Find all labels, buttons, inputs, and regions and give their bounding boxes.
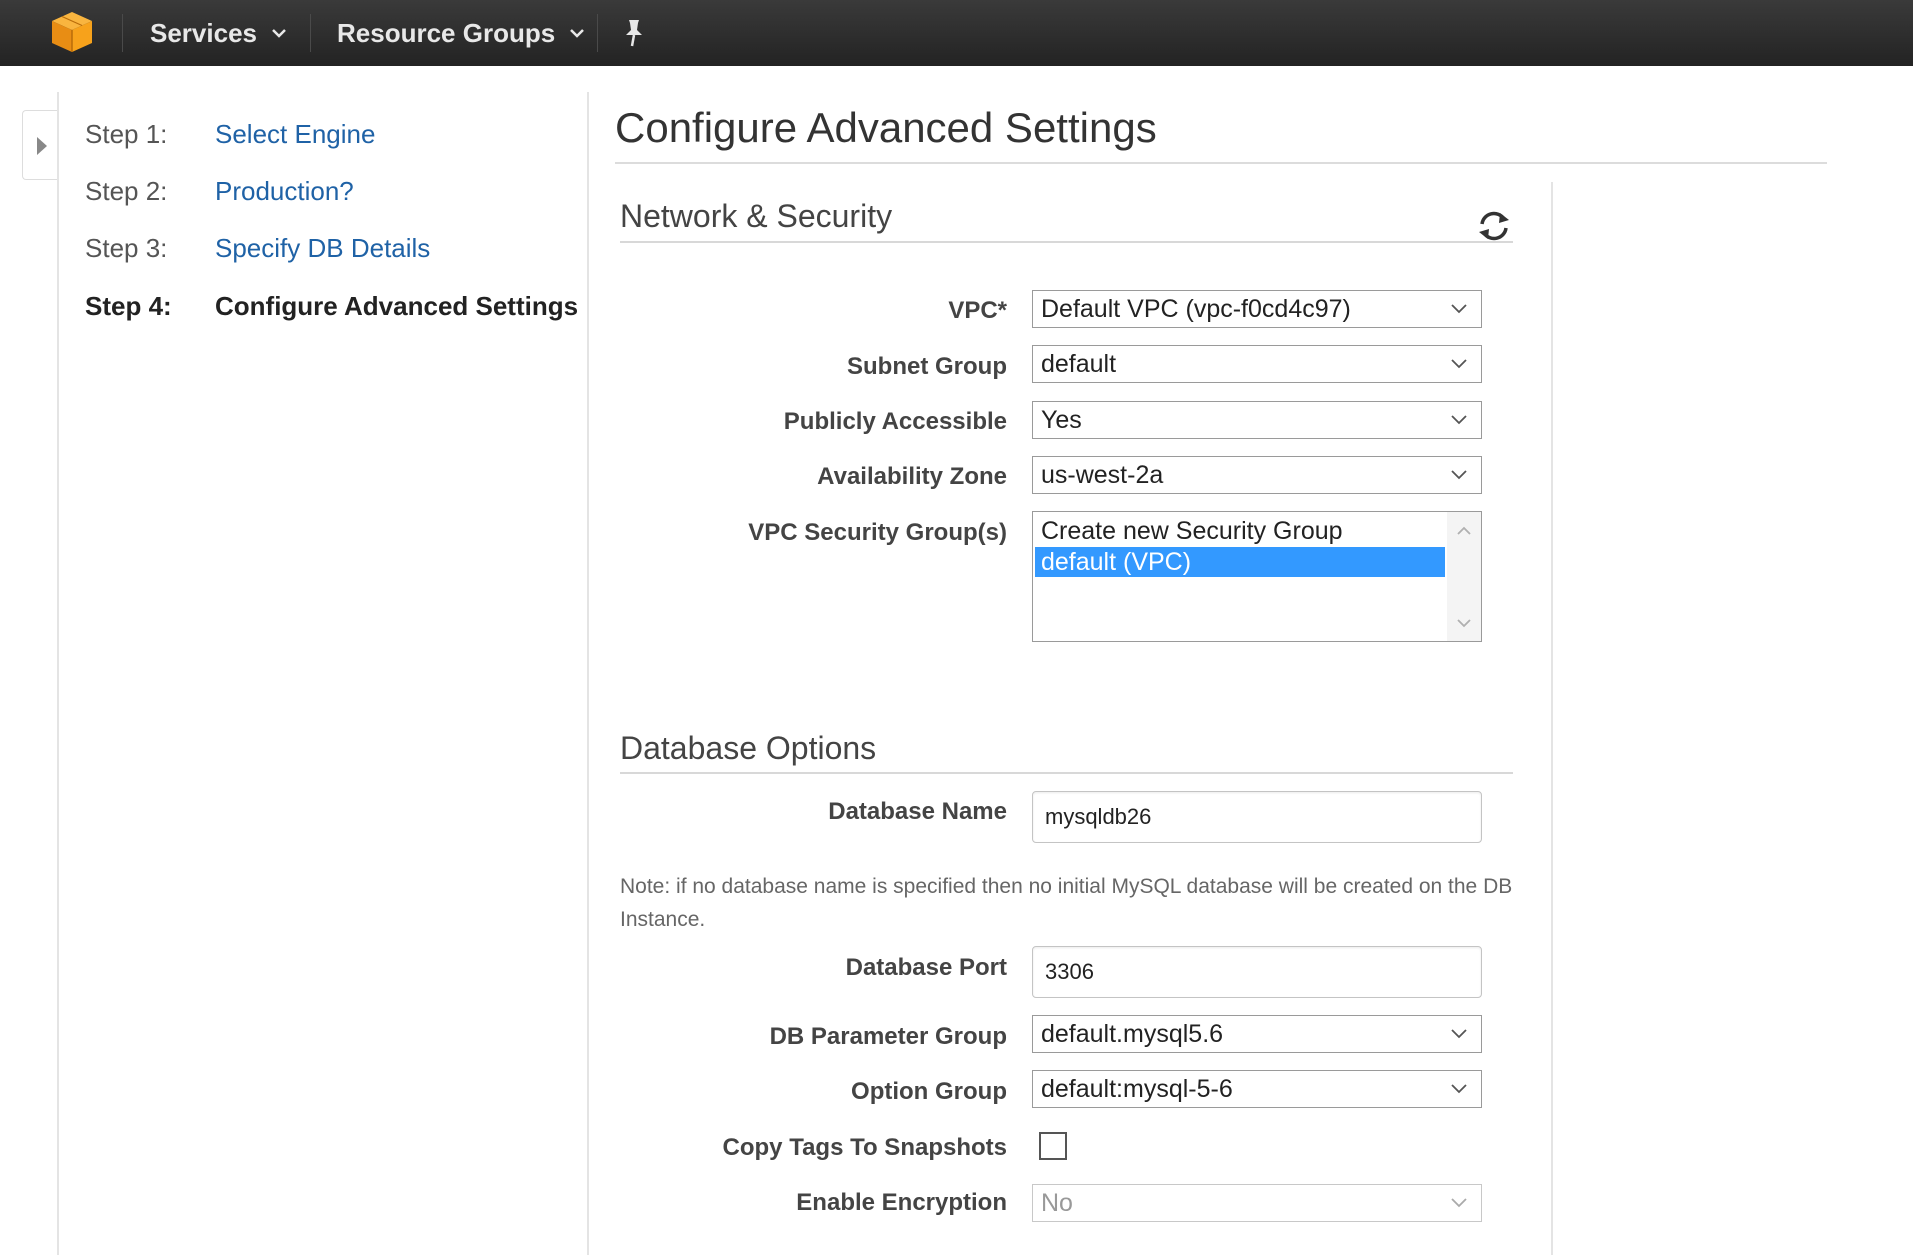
chevron-down-icon <box>1451 1198 1467 1208</box>
nav-separator <box>310 14 311 52</box>
section-divider <box>620 772 1513 774</box>
aws-cube-icon[interactable] <box>48 10 96 54</box>
step-number: Step 1: <box>85 118 168 149</box>
publicly-accessible-label: Publicly Accessible <box>783 408 1007 435</box>
step-link-production[interactable]: Production? <box>215 176 354 207</box>
step-number: Step 4: <box>85 290 172 321</box>
database-name-input[interactable] <box>1032 791 1482 843</box>
step-number: Step 3: <box>85 232 168 263</box>
subnet-group-label: Subnet Group <box>847 353 1007 380</box>
step-2: Step 2: Production? <box>85 173 354 209</box>
network-security-heading: Network & Security <box>620 198 893 234</box>
chevron-down-icon <box>1451 1084 1467 1094</box>
db-parameter-group-select[interactable]: default.mysql5.6 <box>1032 1015 1482 1053</box>
sidebar-divider <box>57 92 59 1255</box>
database-name-label: Database Name <box>828 798 1007 825</box>
resource-groups-menu[interactable]: Resource Groups <box>337 0 585 66</box>
vpc-select-value: Default VPC (vpc-f0cd4c97) <box>1041 294 1351 323</box>
services-menu-label: Services <box>150 17 257 48</box>
enable-encryption-value: No <box>1041 1188 1073 1217</box>
title-divider <box>615 162 1827 164</box>
step-1: Step 1: Select Engine <box>85 116 375 152</box>
enable-encryption-label: Enable Encryption <box>796 1189 1007 1216</box>
pin-icon[interactable] <box>620 18 648 48</box>
subnet-group-select[interactable]: default <box>1032 345 1482 383</box>
nav-separator <box>122 14 123 52</box>
subnet-group-value: default <box>1041 349 1117 378</box>
step-number: Step 2: <box>85 175 168 206</box>
page-title: Configure Advanced Settings <box>615 104 1157 151</box>
chevron-down-icon <box>1451 470 1467 480</box>
db-parameter-group-label: DB Parameter Group <box>769 1023 1007 1050</box>
chevron-down-icon <box>570 29 585 38</box>
services-menu[interactable]: Services <box>150 0 287 66</box>
vpc-label: VPC* <box>948 297 1007 324</box>
sidebar-toggle[interactable] <box>22 110 58 180</box>
panel-divider <box>1551 182 1553 1255</box>
chevron-down-icon <box>1451 359 1467 369</box>
step-label-current: Configure Advanced Settings <box>215 290 579 321</box>
chevron-down-icon <box>1451 1029 1467 1039</box>
vpc-security-groups-label: VPC Security Group(s) <box>748 519 1007 546</box>
chevron-down-icon <box>1451 304 1467 314</box>
vpc-select[interactable]: Default VPC (vpc-f0cd4c97) <box>1032 290 1482 328</box>
refresh-icon[interactable] <box>1475 208 1513 244</box>
main-divider <box>587 92 589 1255</box>
step-3: Step 3: Specify DB Details <box>85 230 430 266</box>
nav-separator <box>597 14 598 52</box>
db-parameter-group-value: default.mysql5.6 <box>1041 1019 1224 1048</box>
vpc-security-groups-listbox[interactable]: Create new Security Group default (VPC) <box>1032 511 1482 642</box>
step-4-current: Step 4: Configure Advanced Settings <box>85 288 578 324</box>
section-divider <box>620 241 1513 243</box>
availability-zone-select[interactable]: us-west-2a <box>1032 456 1482 494</box>
publicly-accessible-select[interactable]: Yes <box>1032 401 1482 439</box>
listbox-option-default-vpc-selected[interactable]: default (VPC) <box>1035 547 1445 577</box>
caret-right-icon <box>37 137 47 155</box>
top-navigation-bar: Services Resource Groups <box>0 0 1913 66</box>
chevron-down-icon <box>272 29 286 38</box>
option-group-select[interactable]: default:mysql-5-6 <box>1032 1070 1482 1108</box>
database-port-input[interactable] <box>1032 946 1482 998</box>
database-options-heading: Database Options <box>620 730 877 766</box>
step-link-select-engine[interactable]: Select Engine <box>215 119 375 150</box>
publicly-accessible-value: Yes <box>1041 405 1082 434</box>
listbox-scrollbar[interactable] <box>1447 512 1481 641</box>
resource-groups-menu-label: Resource Groups <box>337 17 556 48</box>
copy-tags-label: Copy Tags To Snapshots <box>722 1134 1007 1161</box>
copy-tags-checkbox[interactable] <box>1039 1132 1067 1160</box>
availability-zone-label: Availability Zone <box>817 463 1007 490</box>
database-name-note: Note: if no database name is specified t… <box>620 875 1513 931</box>
listbox-option-create-new-security-group[interactable]: Create new Security Group <box>1035 516 1445 546</box>
availability-zone-value: us-west-2a <box>1041 460 1164 489</box>
database-port-label: Database Port <box>845 954 1007 981</box>
option-group-value: default:mysql-5-6 <box>1041 1074 1233 1103</box>
step-link-specify-db-details[interactable]: Specify DB Details <box>215 233 430 264</box>
enable-encryption-select[interactable]: No <box>1032 1184 1482 1222</box>
chevron-down-icon <box>1451 415 1467 425</box>
option-group-label: Option Group <box>851 1078 1007 1105</box>
